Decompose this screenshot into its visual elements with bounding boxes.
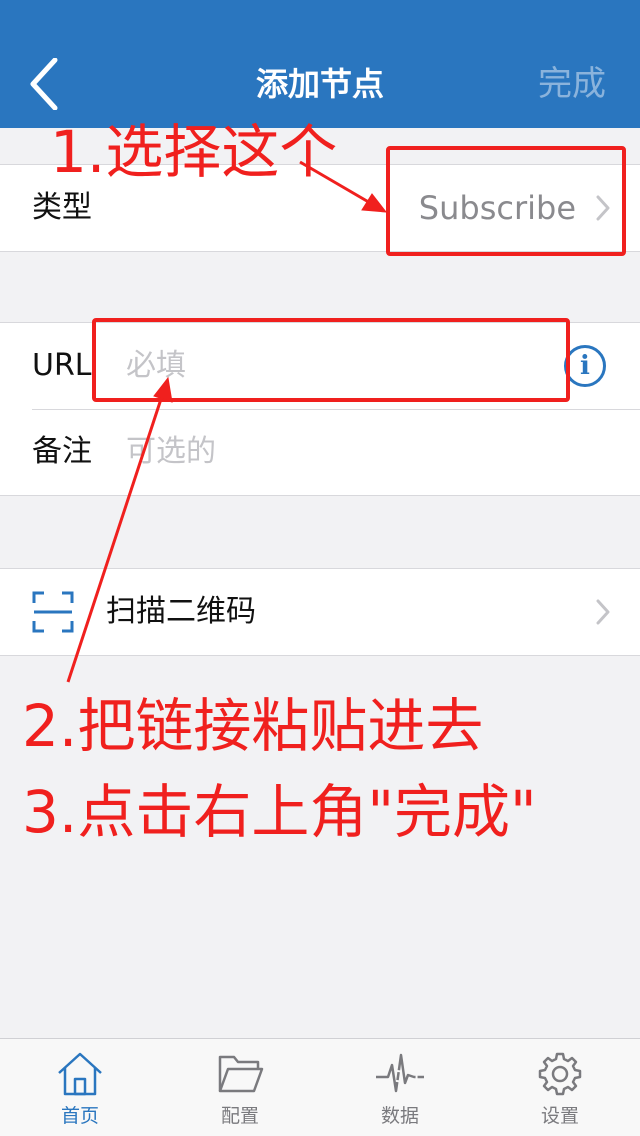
tab-settings[interactable]: 设置 (480, 1039, 640, 1136)
tab-home[interactable]: 首页 (0, 1039, 160, 1136)
folder-icon (218, 1055, 264, 1093)
gear-icon (538, 1052, 582, 1096)
tab-config-label: 配置 (220, 1105, 259, 1127)
tab-settings-label: 设置 (540, 1105, 579, 1127)
annotation-step-3: 3.点击右上角"完成" (22, 778, 537, 846)
tab-home-label: 首页 (60, 1105, 99, 1127)
pulse-icon (376, 1053, 424, 1093)
tab-bar: 首页 配置 数据 设置 (0, 1038, 640, 1136)
annotation-step-2: 2.把链接粘贴进去 (22, 692, 484, 760)
tab-config[interactable]: 配置 (160, 1039, 320, 1136)
annotation-step-1: 1.选择这个 (50, 118, 338, 186)
home-icon (58, 1052, 102, 1096)
tab-data[interactable]: 数据 (320, 1039, 480, 1136)
tab-data-label: 数据 (380, 1105, 419, 1127)
